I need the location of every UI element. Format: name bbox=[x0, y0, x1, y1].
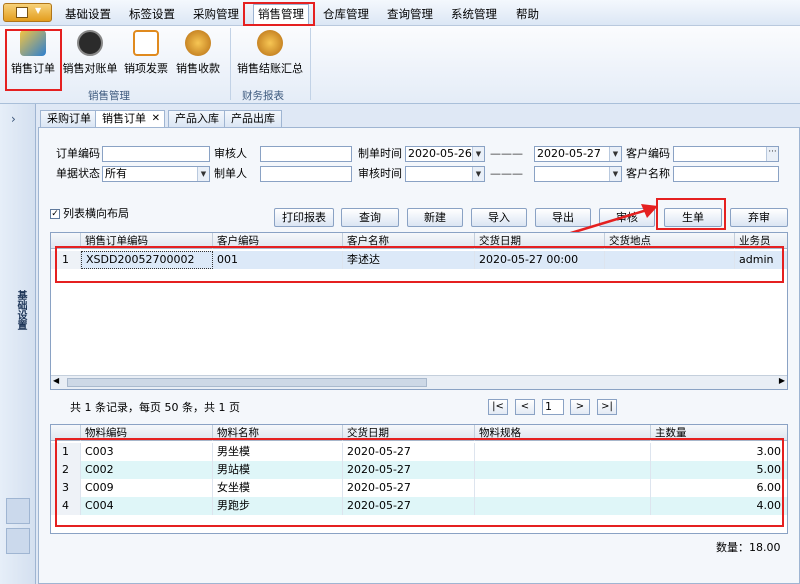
tab-product-out[interactable]: 产品出库 bbox=[224, 110, 282, 128]
review-date-from-input[interactable]: ▼ bbox=[405, 166, 485, 182]
menu-basic-settings[interactable]: 基础设置 bbox=[61, 5, 115, 23]
new-button[interactable]: 新建 bbox=[407, 208, 463, 227]
menu-purchase[interactable]: 采购管理 bbox=[189, 5, 243, 23]
menubar: ▼ 基础设置 标签设置 采购管理 销售管理 仓库管理 查询管理 系统管理 帮助 bbox=[0, 0, 800, 26]
sales-settlement-summary-button[interactable]: 销售结账汇总 bbox=[236, 28, 304, 88]
menu-help[interactable]: 帮助 bbox=[512, 5, 543, 23]
creator-label: 制单人 bbox=[214, 167, 247, 180]
reviewer-input[interactable] bbox=[260, 146, 352, 162]
menu-system[interactable]: 系统管理 bbox=[447, 5, 501, 23]
highlight-order-row bbox=[55, 246, 784, 283]
horizontal-scrollbar[interactable]: ◀ ▶ bbox=[51, 375, 787, 389]
sales-statement-button[interactable]: 销售对账单 bbox=[62, 28, 118, 88]
menu-warehouse[interactable]: 仓库管理 bbox=[319, 5, 373, 23]
prev-page-button[interactable]: < bbox=[515, 399, 535, 415]
created-time-label: 制单时间 bbox=[358, 147, 402, 160]
ellipsis-icon[interactable]: ··· bbox=[766, 147, 778, 161]
tab-sales-order-label: 销售订单 bbox=[102, 112, 146, 125]
date-separator: ——— bbox=[490, 167, 523, 180]
print-report-button[interactable]: 打印报表 bbox=[274, 208, 334, 227]
date-separator: ——— bbox=[490, 147, 523, 160]
last-page-button[interactable]: >| bbox=[597, 399, 617, 415]
highlight-detail-rows bbox=[55, 438, 784, 527]
date-from-value: 2020-05-26 bbox=[408, 147, 472, 160]
clipboard-icon bbox=[77, 30, 103, 56]
sales-receipt-label: 销售收款 bbox=[176, 62, 220, 75]
group-label-sales: 销售管理 bbox=[88, 90, 130, 102]
receipt-icon bbox=[185, 30, 211, 56]
date-from-input[interactable]: 2020-05-26 ▼ bbox=[405, 146, 485, 162]
tab-sales-order[interactable]: 销售订单 ✕ bbox=[95, 110, 165, 128]
menu-label-settings[interactable]: 标签设置 bbox=[125, 5, 179, 23]
sales-statement-label: 销售对账单 bbox=[62, 62, 118, 75]
scroll-right-icon[interactable]: ▶ bbox=[779, 376, 785, 385]
highlight-sales-menu bbox=[243, 2, 315, 26]
status-value: 所有 bbox=[105, 167, 127, 180]
customer-code-input[interactable]: ··· bbox=[673, 146, 779, 162]
sales-invoice-button[interactable]: 销项发票 bbox=[122, 28, 170, 88]
order-no-label: 订单编码 bbox=[56, 147, 100, 160]
import-button[interactable]: 导入 bbox=[471, 208, 527, 227]
group-label-finance: 财务报表 bbox=[242, 90, 284, 102]
first-page-button[interactable]: |< bbox=[488, 399, 508, 415]
abandon-review-button[interactable]: 弃审 bbox=[730, 208, 788, 227]
ribbon-separator bbox=[310, 28, 311, 100]
app-menu-button[interactable]: ▼ bbox=[3, 3, 52, 22]
chevron-down-icon[interactable]: ▼ bbox=[472, 167, 484, 181]
scrollbar-thumb[interactable] bbox=[67, 378, 427, 387]
chevron-down-icon: ▼ bbox=[35, 6, 42, 15]
customer-name-input[interactable] bbox=[673, 166, 779, 182]
review-date-to-input[interactable]: ▼ bbox=[534, 166, 622, 182]
left-panel: › 基础设置 bbox=[0, 104, 36, 584]
app-icon bbox=[16, 7, 28, 18]
tab-product-in[interactable]: 产品入库 bbox=[168, 110, 226, 128]
query-button[interactable]: 查询 bbox=[341, 208, 399, 227]
highlight-generate-button bbox=[656, 198, 726, 230]
reviewer-label: 审核人 bbox=[214, 147, 247, 160]
close-icon[interactable]: ✕ bbox=[152, 111, 160, 127]
date-to-input[interactable]: 2020-05-27 ▼ bbox=[534, 146, 622, 162]
quantity-total: 数量：18.00 bbox=[716, 541, 781, 554]
basic-settings-side-label[interactable]: 基础设置 bbox=[10, 290, 26, 330]
sales-receipt-button[interactable]: 销售收款 bbox=[174, 28, 222, 88]
sales-settlement-summary-label: 销售结账汇总 bbox=[237, 62, 303, 75]
chevron-down-icon[interactable]: ▼ bbox=[197, 167, 209, 181]
side-button[interactable] bbox=[6, 498, 30, 524]
customer-name-label: 客户名称 bbox=[626, 167, 670, 180]
menu-query[interactable]: 查询管理 bbox=[383, 5, 437, 23]
creator-input[interactable] bbox=[260, 166, 352, 182]
status-label: 单据状态 bbox=[56, 167, 100, 180]
side-button[interactable] bbox=[6, 528, 30, 554]
ribbon: 销售订单 销售对账单 销项发票 销售收款 销售结账汇总 销售管理 财务报表 bbox=[0, 26, 800, 104]
invoice-icon bbox=[133, 30, 159, 56]
summary-icon bbox=[257, 30, 283, 56]
status-select[interactable]: 所有 ▼ bbox=[102, 166, 210, 182]
page-number-input[interactable]: 1 bbox=[542, 399, 564, 415]
chevron-down-icon[interactable]: ▼ bbox=[472, 147, 484, 161]
date-to-value: 2020-05-27 bbox=[537, 147, 601, 160]
layout-checkbox[interactable]: ✓ bbox=[50, 209, 60, 219]
next-page-button[interactable]: > bbox=[570, 399, 590, 415]
order-no-input[interactable] bbox=[102, 146, 210, 162]
customer-code-label: 客户编码 bbox=[626, 147, 670, 160]
scroll-left-icon[interactable]: ◀ bbox=[53, 376, 59, 385]
chevron-right-icon[interactable]: › bbox=[11, 112, 16, 126]
sales-invoice-label: 销项发票 bbox=[124, 62, 168, 75]
ribbon-separator bbox=[230, 28, 231, 100]
layout-checkbox-label: 列表横向布局 bbox=[63, 207, 129, 220]
highlight-sales-order-button bbox=[5, 29, 62, 91]
review-time-label: 审核时间 bbox=[358, 167, 402, 180]
tab-purchase-order[interactable]: 采购订单 bbox=[40, 110, 98, 128]
pager-summary: 共 1 条记录，每页 50 条，共 1 页 bbox=[70, 401, 240, 414]
chevron-down-icon[interactable]: ▼ bbox=[609, 147, 621, 161]
chevron-down-icon[interactable]: ▼ bbox=[609, 167, 621, 181]
